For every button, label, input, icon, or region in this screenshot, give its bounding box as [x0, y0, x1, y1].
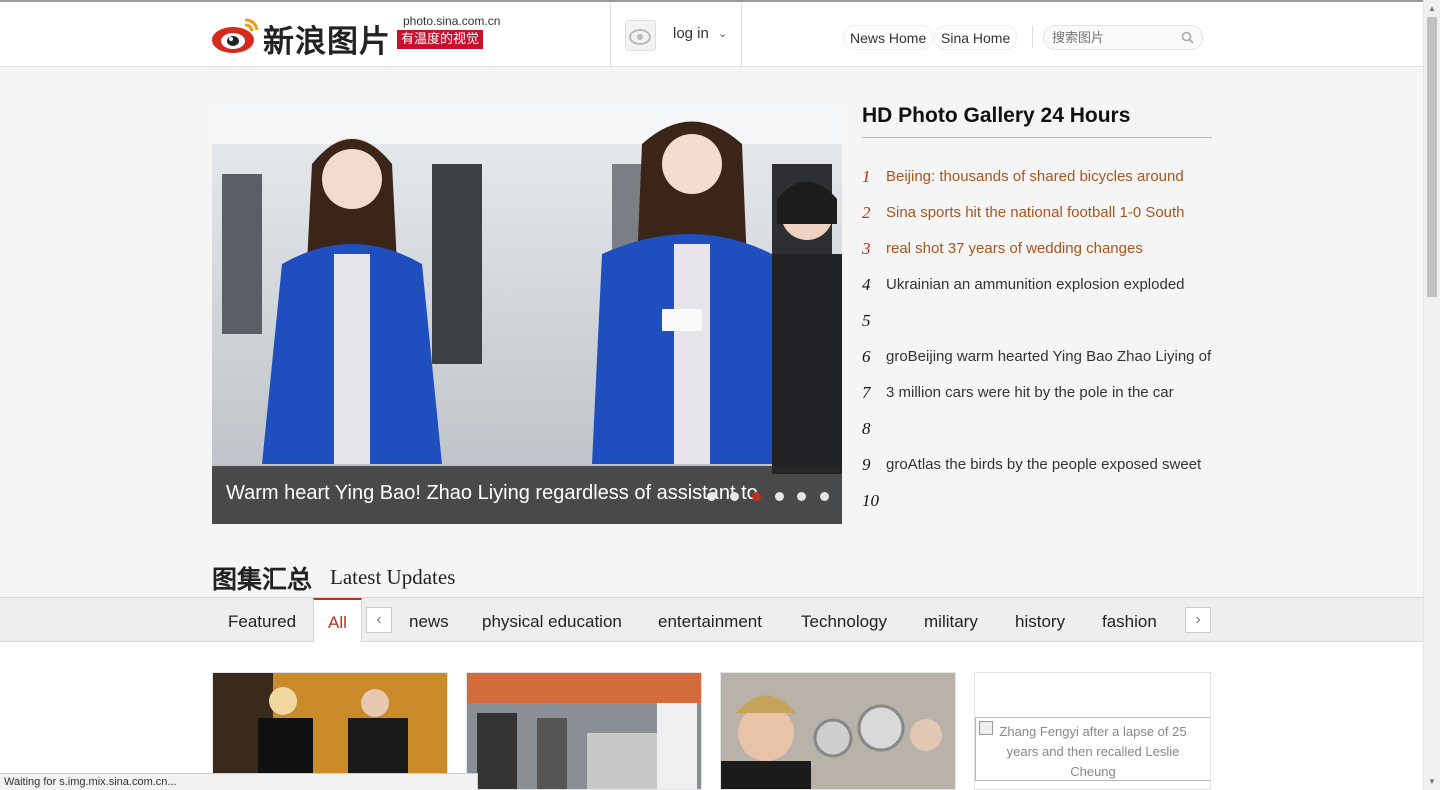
slogan-badge: 有温度的视觉: [397, 30, 484, 49]
ranked-item[interactable]: 4 Ukrainian an ammunition explosion expl…: [862, 275, 1212, 299]
scroll-up-icon[interactable]: ▲: [1428, 4, 1436, 13]
rank-number: 8: [862, 419, 871, 438]
search-icon[interactable]: [1181, 31, 1194, 44]
slide-dot-6[interactable]: [820, 492, 829, 501]
tab-all[interactable]: All: [313, 598, 362, 643]
gallery-grid: Zhang Fengyi after a lapse of 25 years a…: [0, 642, 1423, 790]
rank-number: 4: [862, 275, 871, 294]
gallery-card[interactable]: [720, 672, 956, 790]
ranked-item[interactable]: 10: [862, 491, 1212, 515]
tab-physical-education[interactable]: physical education: [482, 612, 622, 632]
tab-technology[interactable]: Technology: [801, 612, 887, 632]
tab-fashion[interactable]: fashion: [1102, 612, 1157, 632]
scrollbar-thumb[interactable]: [1427, 17, 1437, 297]
top-header: 新浪图片 photo.sina.com.cn 有温度的视觉 log in ⌄ N…: [0, 0, 1423, 68]
default-user-icon: [629, 29, 651, 45]
gallery-thumbnail: [721, 673, 955, 789]
rank-number: 3: [862, 239, 871, 258]
browser-status-bar: Waiting for s.img.mix.sina.com.cn...: [0, 773, 478, 790]
header-divider: [1032, 26, 1033, 48]
hero-caption[interactable]: Warm heart Ying Bao! Zhao Liying regardl…: [226, 482, 816, 505]
section-title-cn: 图集汇总: [212, 565, 313, 594]
slide-dot-5[interactable]: [797, 492, 806, 501]
category-tab-bar: Featured All ‹ news physical education e…: [0, 597, 1423, 643]
avatar: [625, 20, 656, 51]
rank-number: 10: [862, 491, 879, 510]
nav-news-home-link[interactable]: News Home: [843, 25, 934, 50]
gallery-card[interactable]: [466, 672, 702, 790]
rank-title[interactable]: Sina sports hit the national football 1-…: [886, 204, 1212, 221]
rank-title[interactable]: groBeijing warm hearted Ying Bao Zhao Li…: [886, 348, 1212, 365]
broken-image-alt-text: Zhang Fengyi after a lapse of 25 years a…: [999, 724, 1187, 779]
login-label: log in: [673, 25, 709, 42]
rank-title[interactable]: real shot 37 years of wedding changes: [886, 240, 1212, 257]
ranked-item[interactable]: 2 Sina sports hit the national football …: [862, 203, 1212, 227]
top-list-title: HD Photo Gallery 24 Hours: [862, 104, 1131, 127]
hero-photo: [212, 104, 842, 524]
domain-text: photo.sina.com.cn: [403, 14, 501, 28]
scroll-down-icon[interactable]: ▼: [1428, 777, 1436, 786]
rank-title[interactable]: 3 million cars were hit by the pole in t…: [886, 384, 1212, 401]
rank-number: 7: [862, 383, 871, 402]
gallery-thumbnail: [467, 673, 701, 789]
tabs-prev-button[interactable]: ‹: [366, 607, 392, 633]
ranked-item[interactable]: 8: [862, 419, 1212, 443]
login-dropdown[interactable]: log in ⌄: [610, 2, 742, 68]
slide-dot-4[interactable]: [775, 492, 784, 501]
rank-number: 9: [862, 455, 871, 474]
chevron-down-icon: ⌄: [718, 28, 728, 40]
tab-entertainment[interactable]: entertainment: [658, 612, 762, 632]
brand-text: 新浪图片: [263, 24, 391, 60]
nav-sina-home-link[interactable]: Sina Home: [934, 25, 1018, 50]
rank-number: 6: [862, 347, 871, 366]
page-scrollbar[interactable]: ▲ ▼: [1423, 0, 1440, 790]
tab-news[interactable]: news: [409, 612, 449, 632]
ranked-item[interactable]: 3 real shot 37 years of wedding changes: [862, 239, 1212, 263]
ranked-item[interactable]: 7 3 million cars were hit by the pole in…: [862, 383, 1212, 407]
top-list-divider: [862, 137, 1212, 138]
tab-history[interactable]: history: [1015, 612, 1065, 632]
slide-dot-3-active[interactable]: [752, 492, 761, 501]
sina-eye-logo-icon: [212, 18, 259, 53]
broken-image-placeholder: Zhang Fengyi after a lapse of 25 years a…: [975, 717, 1210, 781]
broken-image-icon: [979, 721, 993, 735]
tabs-next-button[interactable]: ›: [1185, 607, 1211, 633]
rank-number: 5: [862, 311, 871, 330]
search-input[interactable]: [1052, 29, 1172, 47]
rank-number: 2: [862, 203, 871, 222]
ranked-item[interactable]: 1 Beijing: thousands of shared bicycles …: [862, 167, 1212, 191]
rank-title[interactable]: Ukrainian an ammunition explosion explod…: [886, 276, 1212, 293]
slide-dot-2[interactable]: [730, 492, 739, 501]
rank-title[interactable]: Beijing: thousands of shared bicycles ar…: [886, 168, 1212, 185]
ranked-item[interactable]: 6 groBeijing warm hearted Ying Bao Zhao …: [862, 347, 1212, 371]
sina-photo-logo[interactable]: 新浪图片 photo.sina.com.cn 有温度的视觉: [211, 14, 501, 60]
rank-number: 1: [862, 167, 871, 186]
tab-military[interactable]: military: [924, 612, 978, 632]
gallery-card[interactable]: Zhang Fengyi after a lapse of 25 years a…: [974, 672, 1211, 790]
hero-slideshow[interactable]: Warm heart Ying Bao! Zhao Liying regardl…: [212, 104, 842, 524]
search-box: [1043, 25, 1203, 50]
tab-featured[interactable]: Featured: [228, 612, 296, 632]
slide-dot-1[interactable]: [707, 492, 716, 501]
rank-title[interactable]: groAtlas the birds by the people exposed…: [886, 456, 1212, 473]
section-title-en: Latest Updates: [330, 565, 456, 589]
ranked-item[interactable]: 9 groAtlas the birds by the people expos…: [862, 455, 1212, 479]
ranked-item[interactable]: 5: [862, 311, 1212, 335]
